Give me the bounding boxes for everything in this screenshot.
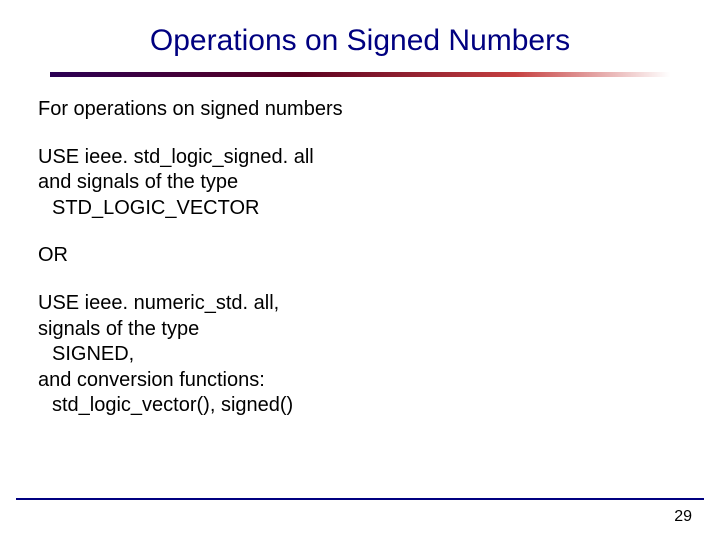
page-number: 29 [674, 508, 692, 526]
opt1-line-1: USE ieee. std_logic_signed. all [38, 146, 314, 168]
separator-or: OR [38, 243, 682, 269]
opt2-line-5: std_logic_vector(), signed() [38, 394, 293, 416]
intro-text: For operations on signed numbers [38, 97, 682, 123]
option-1-block: USE ieee. std_logic_signed. all and sign… [38, 145, 682, 222]
slide: Operations on Signed Numbers For operati… [0, 0, 720, 540]
slide-title: Operations on Signed Numbers [0, 0, 720, 72]
slide-body: For operations on signed numbers USE iee… [0, 77, 720, 419]
opt2-line-3: SIGNED, [38, 343, 134, 365]
option-2-block: USE ieee. numeric_std. all, signals of t… [38, 291, 682, 419]
opt2-line-2: signals of the type [38, 318, 199, 340]
opt2-line-4: and conversion functions: [38, 369, 265, 391]
opt1-line-3: STD_LOGIC_VECTOR [38, 197, 259, 219]
footer-rule [16, 498, 704, 500]
opt1-line-2: and signals of the type [38, 171, 238, 193]
opt2-line-1: USE ieee. numeric_std. all, [38, 292, 279, 314]
